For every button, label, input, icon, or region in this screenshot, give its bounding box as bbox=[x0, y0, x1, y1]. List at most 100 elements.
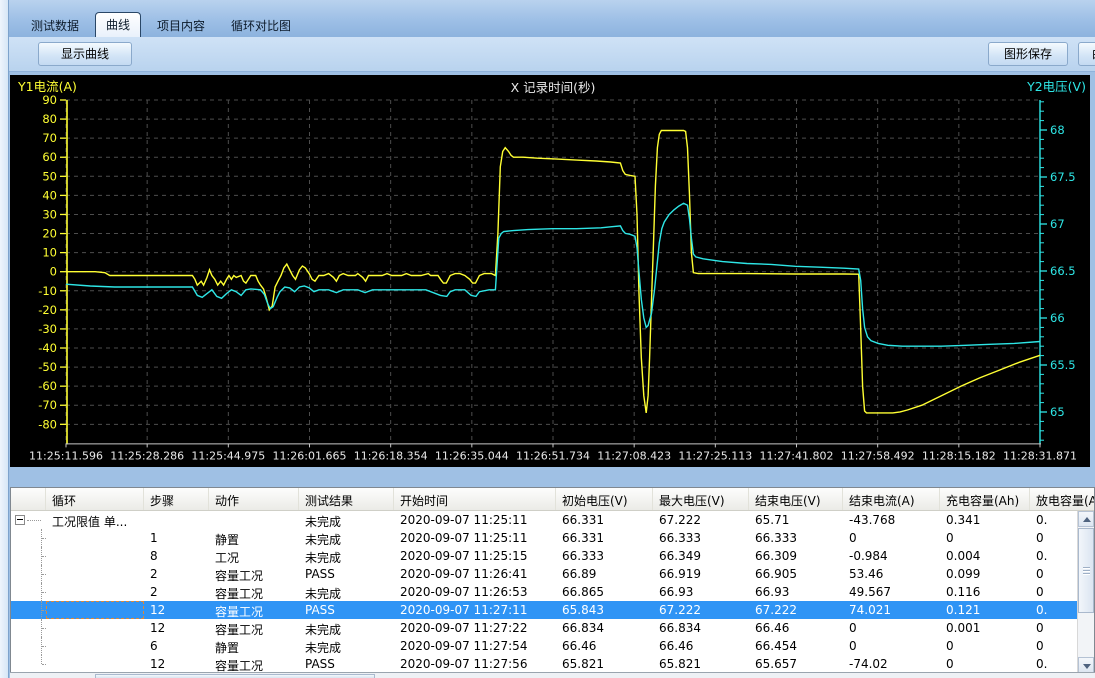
svg-text:11:25:44.975: 11:25:44.975 bbox=[191, 449, 265, 462]
cell-start: 2020-09-07 11:26:41 bbox=[394, 565, 556, 583]
cell-cap_chg: 0.341 bbox=[940, 511, 1030, 529]
cell-cap_chg: 0 bbox=[940, 529, 1030, 547]
column-header-v_end[interactable]: 结束电压(V) bbox=[749, 488, 843, 510]
tree-branch-line bbox=[42, 628, 46, 629]
svg-text:50: 50 bbox=[42, 169, 57, 183]
cell-cycle bbox=[46, 655, 144, 673]
cell-action: 容量工况 bbox=[209, 565, 299, 583]
cell-step: 2 bbox=[144, 565, 209, 583]
cell-action: 容量工况 bbox=[209, 583, 299, 601]
tree-branch-line bbox=[42, 538, 46, 539]
cell-v_max: 66.919 bbox=[653, 565, 749, 583]
column-header-start[interactable]: 开始时间 bbox=[394, 488, 556, 510]
svg-text:60: 60 bbox=[42, 150, 57, 164]
cell-action: 静置 bbox=[209, 637, 299, 655]
partial-button[interactable]: 曲 bbox=[1078, 42, 1095, 66]
tree-cell bbox=[11, 529, 46, 547]
scroll-down-button[interactable] bbox=[1078, 657, 1094, 673]
tab-1[interactable]: 曲线 bbox=[95, 12, 141, 37]
svg-text:10: 10 bbox=[42, 246, 57, 260]
cell-start: 2020-09-07 11:25:11 bbox=[394, 511, 556, 529]
table-row-7[interactable]: 6静置未完成2020-09-07 11:27:5466.4666.4666.45… bbox=[11, 637, 1079, 655]
cell-cycle bbox=[46, 637, 144, 655]
show-curve-button[interactable]: 显示曲线 bbox=[38, 42, 132, 66]
expand-collapse-icon[interactable] bbox=[15, 515, 25, 525]
column-header-v_max[interactable]: 最大电压(V) bbox=[653, 488, 749, 510]
toolbar: 显示曲线 图形保存 曲 bbox=[9, 37, 1095, 72]
curve-chart[interactable]: 9080706050403020100-10-20-30-40-50-60-70… bbox=[10, 75, 1090, 467]
cell-result: PASS bbox=[299, 565, 394, 583]
cell-step: 6 bbox=[144, 637, 209, 655]
svg-text:90: 90 bbox=[42, 93, 57, 107]
column-header-cycle[interactable]: 循环 bbox=[46, 488, 144, 510]
horizontal-scrollbar[interactable] bbox=[10, 672, 1095, 678]
column-header-action[interactable]: 动作 bbox=[209, 488, 299, 510]
tree-branch-line bbox=[27, 520, 41, 521]
cell-start: 2020-09-07 11:25:15 bbox=[394, 547, 556, 565]
svg-text:-10: -10 bbox=[38, 284, 57, 298]
scroll-up-button[interactable] bbox=[1078, 511, 1094, 527]
table-row-0[interactable]: 工况限值 单...未完成2020-09-07 11:25:1166.33167.… bbox=[11, 511, 1079, 529]
svg-text:-20: -20 bbox=[38, 303, 57, 317]
svg-text:-40: -40 bbox=[38, 341, 57, 355]
svg-text:Y1电流(A): Y1电流(A) bbox=[17, 79, 77, 94]
svg-text:30: 30 bbox=[42, 207, 57, 221]
cell-start: 2020-09-07 11:27:54 bbox=[394, 637, 556, 655]
tree-cell bbox=[11, 601, 46, 619]
chart-canvas[interactable]: 9080706050403020100-10-20-30-40-50-60-70… bbox=[10, 75, 1090, 467]
cell-v_max: 66.333 bbox=[653, 529, 749, 547]
tree-cell bbox=[11, 565, 46, 583]
table-row-1[interactable]: 1静置未完成2020-09-07 11:25:1166.33166.33366.… bbox=[11, 529, 1079, 547]
cell-v_max: 66.93 bbox=[653, 583, 749, 601]
tab-0[interactable]: 测试数据 bbox=[21, 15, 89, 37]
cell-v_max: 66.46 bbox=[653, 637, 749, 655]
table-row-5[interactable]: 12容量工况PASS2020-09-07 11:27:1165.84367.22… bbox=[11, 601, 1079, 619]
horizontal-scrollbar-thumb[interactable] bbox=[95, 674, 375, 678]
cell-cap_dis: 0 bbox=[1030, 565, 1079, 583]
vertical-scrollbar[interactable] bbox=[1077, 511, 1094, 673]
column-header-v_init[interactable]: 初始电压(V) bbox=[556, 488, 653, 510]
svg-text:11:27:41.802: 11:27:41.802 bbox=[760, 449, 834, 462]
tab-3[interactable]: 循环对比图 bbox=[221, 15, 301, 37]
svg-text:11:26:01.665: 11:26:01.665 bbox=[273, 449, 347, 462]
cell-v_max: 67.222 bbox=[653, 511, 749, 529]
cell-result: 未完成 bbox=[299, 637, 394, 655]
table-row-2[interactable]: 8工况未完成2020-09-07 11:25:1566.33366.34966.… bbox=[11, 547, 1079, 565]
table-row-6[interactable]: 12容量工况未完成2020-09-07 11:27:2266.83466.834… bbox=[11, 619, 1079, 637]
svg-text:80: 80 bbox=[42, 112, 57, 126]
cell-v_init: 66.89 bbox=[556, 565, 653, 583]
cell-step bbox=[144, 511, 209, 529]
cell-v_end: 66.309 bbox=[749, 547, 843, 565]
column-header-cap_dis[interactable]: 放电容量(Ah) bbox=[1030, 488, 1094, 510]
save-graph-button[interactable]: 图形保存 bbox=[988, 42, 1068, 66]
svg-text:65.5: 65.5 bbox=[1050, 358, 1076, 372]
cell-cap_chg: 0.099 bbox=[940, 565, 1030, 583]
tree-branch-line bbox=[42, 556, 46, 557]
tab-2[interactable]: 项目内容 bbox=[147, 15, 215, 37]
cell-cap_dis: 0. bbox=[1030, 511, 1079, 529]
cell-cap_chg: 0 bbox=[940, 637, 1030, 655]
cell-v_end: 65.71 bbox=[749, 511, 843, 529]
column-header-i_end[interactable]: 结束电流(A) bbox=[843, 488, 940, 510]
table-row-8[interactable]: 12容量工况PASS2020-09-07 11:27:5665.82165.82… bbox=[11, 655, 1079, 673]
svg-text:11:26:35.044: 11:26:35.044 bbox=[435, 449, 509, 462]
cell-v_init: 66.46 bbox=[556, 637, 653, 655]
tree-cell bbox=[11, 619, 46, 637]
scrollbar-thumb[interactable] bbox=[1078, 528, 1094, 613]
svg-text:11:27:08.423: 11:27:08.423 bbox=[597, 449, 671, 462]
cell-i_end: 0 bbox=[843, 637, 940, 655]
cell-i_end: 74.021 bbox=[843, 601, 940, 619]
svg-text:11:25:28.286: 11:25:28.286 bbox=[110, 449, 184, 462]
cell-cycle bbox=[46, 619, 144, 637]
table-row-3[interactable]: 2容量工况PASS2020-09-07 11:26:4166.8966.9196… bbox=[11, 565, 1079, 583]
table-row-4[interactable]: 2容量工况未完成2020-09-07 11:26:5366.86566.9366… bbox=[11, 583, 1079, 601]
column-header-step[interactable]: 步骤 bbox=[144, 488, 209, 510]
svg-text:Y2电压(V): Y2电压(V) bbox=[1026, 79, 1086, 94]
column-header-cap_chg[interactable]: 充电容量(Ah) bbox=[940, 488, 1030, 510]
cell-action: 容量工况 bbox=[209, 619, 299, 637]
cell-v_init: 66.865 bbox=[556, 583, 653, 601]
thumb-grip-icon bbox=[1083, 573, 1090, 575]
column-header-result[interactable]: 测试结果 bbox=[299, 488, 394, 510]
cell-cycle bbox=[46, 565, 144, 583]
cell-cap_dis: 0 bbox=[1030, 529, 1079, 547]
